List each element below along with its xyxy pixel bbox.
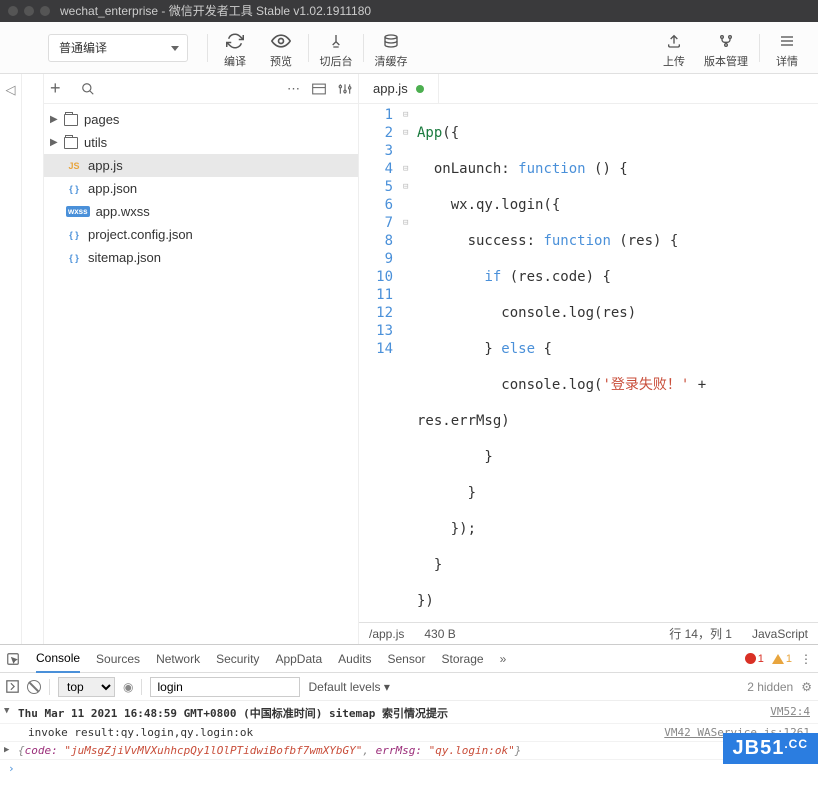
file-explorer: + ⋯ ▶pages ▶utils JSapp.js app.json wxss… xyxy=(44,74,359,644)
line-numbers: 1234567891011121314 xyxy=(359,104,403,622)
editor-statusbar: /app.js 430 B 行 14，列 1 JavaScript xyxy=(359,622,818,644)
folder-icon xyxy=(64,114,78,126)
detail-button[interactable]: 详情 xyxy=(764,26,810,70)
left-gutter: ◁ xyxy=(0,74,22,644)
warning-count[interactable]: 1 xyxy=(772,653,792,665)
branch-icon xyxy=(717,31,735,51)
folder-icon xyxy=(64,137,78,149)
tab-appdata[interactable]: AppData xyxy=(275,652,322,666)
hidden-count: 2 hidden xyxy=(747,680,793,694)
console-row[interactable]: Thu Mar 11 2021 16:48:59 GMT+0800 (中国标准时… xyxy=(0,703,818,724)
compile-button[interactable]: 编译 xyxy=(212,26,258,70)
window-title: wechat_enterprise - 微信开发者工具 Stable v1.02… xyxy=(60,0,371,22)
tab-security[interactable]: Security xyxy=(216,652,259,666)
file-project-config[interactable]: project.config.json xyxy=(44,223,358,246)
tab-sensor[interactable]: Sensor xyxy=(388,652,426,666)
devtools-panel: Console Sources Network Security AppData… xyxy=(0,644,818,788)
modified-dot-icon xyxy=(416,85,424,93)
layers-icon xyxy=(382,31,400,51)
js-icon: JS xyxy=(66,160,82,172)
status-cursor-pos: 行 14，列 1 xyxy=(669,625,732,642)
tab-console[interactable]: Console xyxy=(36,645,80,673)
gear-icon[interactable]: ⚙ xyxy=(801,680,812,694)
refresh-icon xyxy=(226,31,244,51)
json-icon xyxy=(66,252,82,264)
folder-utils[interactable]: ▶utils xyxy=(44,131,358,154)
settings-icon[interactable] xyxy=(338,82,352,96)
switch-button[interactable]: 切后台 xyxy=(313,26,359,70)
main-toolbar: 普通编译 编译 预览 切后台 清缓存 上传 版本管理 详情 xyxy=(0,22,818,74)
eye-icon xyxy=(271,31,291,51)
file-app-js[interactable]: JSapp.js xyxy=(44,154,358,177)
toggle-console-icon[interactable] xyxy=(6,680,19,693)
context-select[interactable]: top xyxy=(58,677,115,697)
titlebar: wechat_enterprise - 微信开发者工具 Stable v1.02… xyxy=(0,0,818,22)
error-count[interactable]: 1 xyxy=(745,653,764,665)
status-lang[interactable]: JavaScript xyxy=(752,627,808,641)
switch-icon xyxy=(328,31,344,51)
inspect-icon[interactable] xyxy=(6,652,20,666)
editor: app.js 1234567891011121314 ⊟⊟ ⊟⊟ ⊟ App({… xyxy=(359,74,818,644)
levels-select[interactable]: Default levels ▾ xyxy=(308,680,389,694)
upload-button[interactable]: 上传 xyxy=(651,26,697,70)
menu-icon xyxy=(779,31,795,51)
console-output[interactable]: Thu Mar 11 2021 16:48:59 GMT+0800 (中国标准时… xyxy=(0,701,818,788)
clear-console-icon[interactable] xyxy=(27,680,41,694)
clear-cache-button[interactable]: 清缓存 xyxy=(368,26,414,70)
devtools-menu-icon[interactable]: ⋮ xyxy=(800,652,812,666)
tab-storage[interactable]: Storage xyxy=(442,652,484,666)
file-app-json[interactable]: app.json xyxy=(44,177,358,200)
add-file-button[interactable]: + xyxy=(50,78,61,99)
speaker-icon[interactable]: ◁ xyxy=(6,82,16,98)
tab-audits[interactable]: Audits xyxy=(338,652,371,666)
search-files-button[interactable] xyxy=(81,82,95,96)
preview-button[interactable]: 预览 xyxy=(258,26,304,70)
folder-pages[interactable]: ▶pages xyxy=(44,108,358,131)
window-controls[interactable] xyxy=(8,6,50,16)
collapse-icon[interactable] xyxy=(312,83,326,95)
more-tabs-icon[interactable]: » xyxy=(500,652,507,666)
more-icon[interactable]: ⋯ xyxy=(287,81,300,97)
wxss-icon: wxss xyxy=(66,206,90,217)
console-prompt[interactable]: › xyxy=(0,760,818,777)
tab-sources[interactable]: Sources xyxy=(96,652,140,666)
eye-icon[interactable]: ◉ xyxy=(123,680,133,694)
console-row[interactable]: {code: "juMsgZjiVvMVXuhhcpQy1lOlPTidwiBo… xyxy=(0,742,818,760)
code-editor[interactable]: 1234567891011121314 ⊟⊟ ⊟⊟ ⊟ App({ onLaun… xyxy=(359,104,818,622)
status-path: /app.js xyxy=(369,627,404,641)
tab-network[interactable]: Network xyxy=(156,652,200,666)
compile-mode-select[interactable]: 普通编译 xyxy=(48,34,188,62)
console-row[interactable]: invoke result:qy.login,qy.login:ok VM42 … xyxy=(0,724,818,742)
watermark: JB51.CC xyxy=(723,733,818,764)
upload-icon xyxy=(665,31,683,51)
json-icon xyxy=(66,183,82,195)
fold-gutter[interactable]: ⊟⊟ ⊟⊟ ⊟ xyxy=(403,104,417,622)
left-gutter-2 xyxy=(22,74,44,644)
status-size: 430 B xyxy=(424,627,455,641)
json-icon xyxy=(66,229,82,241)
console-source-link[interactable]: VM52:4 xyxy=(770,705,810,721)
file-app-wxss[interactable]: wxssapp.wxss xyxy=(44,200,358,223)
tab-app-js[interactable]: app.js xyxy=(359,74,439,103)
file-sitemap[interactable]: sitemap.json xyxy=(44,246,358,269)
filter-input[interactable] xyxy=(150,677,300,697)
version-button[interactable]: 版本管理 xyxy=(697,26,755,70)
